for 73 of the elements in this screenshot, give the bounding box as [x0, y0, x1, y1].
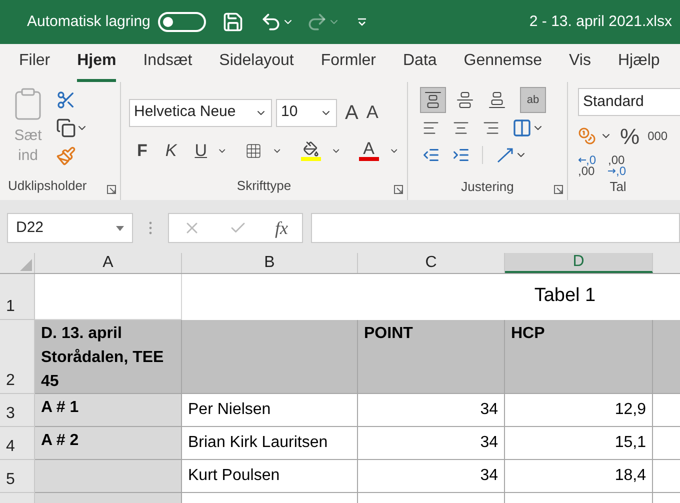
- ribbon-tab[interactable]: Filer: [19, 49, 50, 82]
- table-cell: HCP: [505, 320, 653, 394]
- ribbon-tab[interactable]: Gennemse: [464, 49, 542, 82]
- group-label: Udklipsholder: [8, 177, 87, 195]
- table-title: Tabel 1: [534, 284, 596, 308]
- row-header[interactable]: 5: [0, 460, 35, 493]
- arrow-right-icon: [608, 168, 616, 174]
- fill-color-button[interactable]: [300, 141, 321, 161]
- format-painter-icon[interactable]: [56, 146, 76, 166]
- file-name: 2 - 13. april 2021.xlsx: [529, 12, 672, 32]
- ribbon-tab[interactable]: Vis: [569, 49, 591, 82]
- table-cell: A # 1: [35, 394, 182, 427]
- table-cell: 15,1: [505, 427, 653, 460]
- ribbon-tab[interactable]: Formler: [320, 49, 376, 82]
- grow-font-button[interactable]: A: [345, 98, 358, 128]
- table-cell: D. 13. april Storådalen, TEE 45: [35, 320, 182, 394]
- orientation-icon[interactable]: [495, 146, 515, 164]
- align-button[interactable]: [420, 87, 446, 113]
- font-family-dropdown[interactable]: Helvetica Neue: [129, 98, 272, 126]
- increase-indent-icon[interactable]: [452, 146, 470, 164]
- thousands-button[interactable]: 000: [648, 127, 668, 145]
- insert-function-button[interactable]: fx: [275, 214, 288, 242]
- underline-button[interactable]: U: [194, 138, 208, 164]
- customize-toolbar-icon[interactable]: [356, 16, 368, 28]
- table-cell: A # 2: [35, 427, 182, 460]
- autosave-label: Automatisk lagring: [27, 12, 150, 32]
- save-icon[interactable]: [222, 11, 244, 33]
- merge-center-icon[interactable]: [512, 118, 532, 138]
- table-cell: Brian Kirk Lauritsen: [182, 427, 358, 460]
- row-header[interactable]: 4: [0, 427, 35, 460]
- bold-button[interactable]: F: [137, 138, 148, 164]
- font-color-button[interactable]: A: [358, 141, 379, 161]
- group-label: Skrifttype: [236, 177, 292, 195]
- cut-icon[interactable]: [56, 90, 76, 110]
- column-header[interactable]: B: [182, 253, 358, 273]
- dialog-launcher-icon[interactable]: [554, 185, 563, 194]
- table-cell: 18,4: [505, 460, 653, 493]
- row-header[interactable]: 2: [0, 320, 35, 394]
- table-cell: 34: [358, 394, 505, 427]
- autosave-toggle[interactable]: [158, 12, 206, 32]
- dialog-launcher-icon[interactable]: [394, 185, 403, 194]
- column-header[interactable]: A: [35, 253, 182, 273]
- name-box[interactable]: D22: [7, 213, 133, 243]
- table-cell: POINT: [358, 320, 505, 394]
- decrease-decimal-button[interactable]: ,00 ,0: [608, 154, 626, 176]
- wrap-text-button[interactable]: ab: [520, 87, 546, 113]
- table-cell: 34: [358, 427, 505, 460]
- table-cell: Kurt Poulsen: [182, 460, 358, 493]
- decrease-indent-icon[interactable]: [422, 146, 440, 164]
- table-cell: Per Nielsen: [182, 394, 358, 427]
- group-label: Tal: [608, 178, 628, 196]
- increase-decimal-button[interactable]: ,0 ,00: [578, 154, 596, 176]
- ribbon-tab[interactable]: Data: [402, 49, 437, 82]
- caret-icon[interactable]: [116, 226, 124, 230]
- dialog-launcher-icon[interactable]: [107, 185, 116, 194]
- table-cell: 12,9: [505, 394, 653, 427]
- row-header[interactable]: 3: [0, 394, 35, 427]
- percent-button[interactable]: %: [620, 120, 640, 152]
- ribbon-tab[interactable]: Indsæt: [143, 49, 192, 82]
- table-cell: 34: [358, 460, 505, 493]
- copy-icon[interactable]: [56, 118, 76, 138]
- ribbon-tab[interactable]: Hjælp: [618, 49, 660, 82]
- ribbon-tab[interactable]: Sidelayout: [219, 49, 294, 82]
- column-header[interactable]: D: [505, 253, 653, 273]
- number-format-dropdown[interactable]: Standard: [578, 88, 680, 116]
- shrink-font-button[interactable]: A: [366, 99, 378, 126]
- row-header[interactable]: 1: [0, 274, 35, 320]
- italic-button[interactable]: K: [165, 138, 177, 164]
- arrow-left-icon: [578, 157, 586, 163]
- grip-icon: [149, 221, 152, 235]
- formula-input[interactable]: [311, 213, 680, 243]
- font-size-dropdown[interactable]: 10: [276, 98, 337, 126]
- group-label: Justering: [461, 178, 514, 196]
